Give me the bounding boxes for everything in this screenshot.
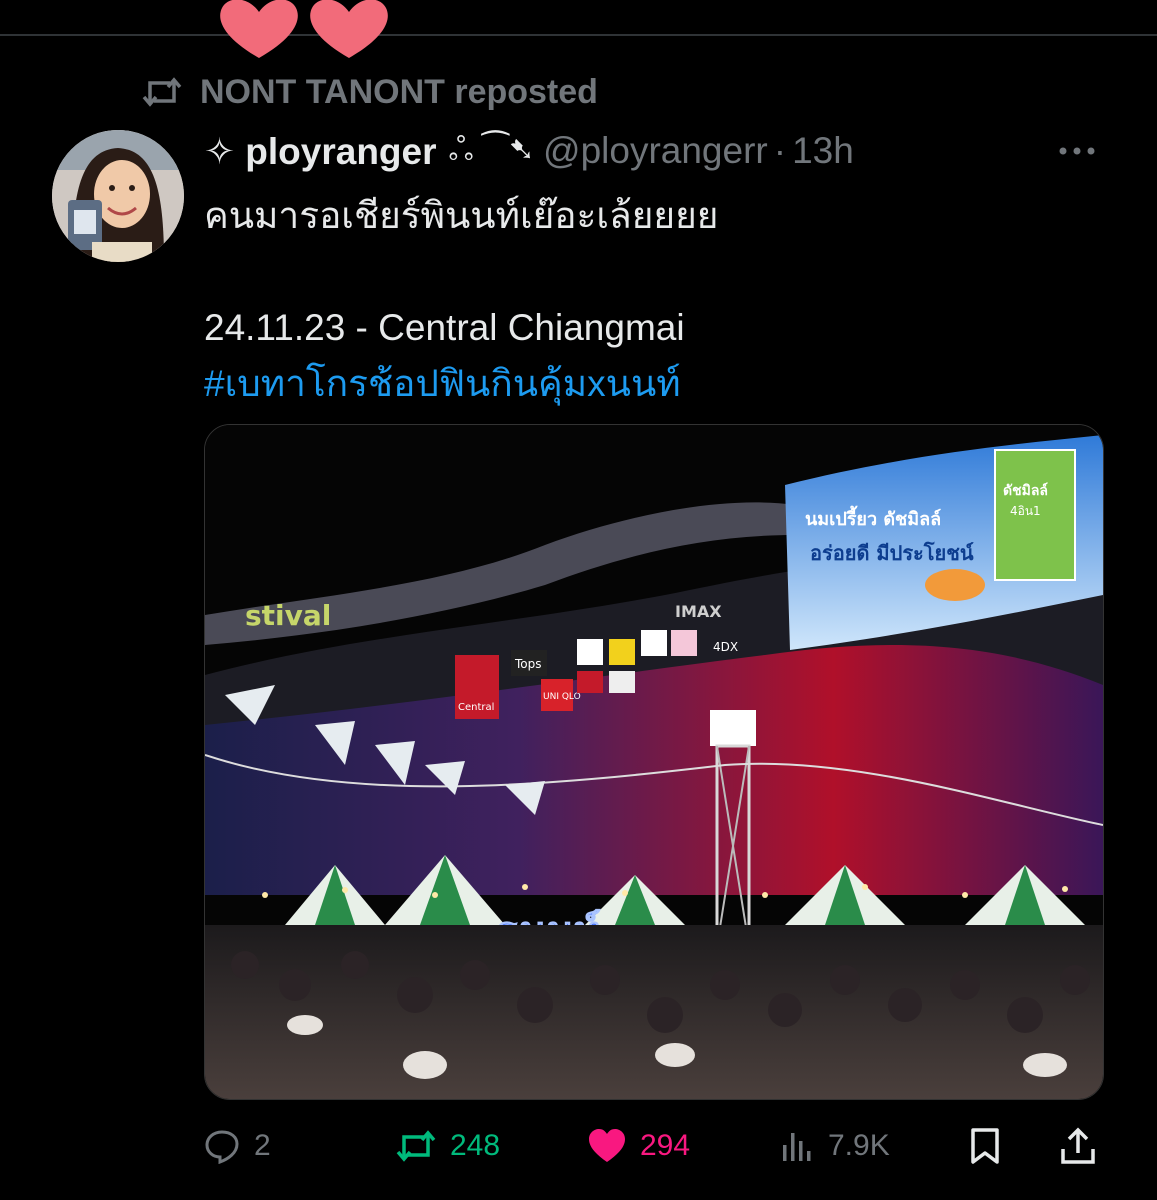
repost-icon: [142, 77, 182, 107]
tweet-timestamp[interactable]: 13h: [792, 130, 854, 172]
tweet-photo[interactable]: นมเปรี้ยว ดัชมิลล์ อร่อยดี มีประโยชน์ ดั…: [204, 424, 1104, 1100]
views-button[interactable]: 7.9K: [780, 1120, 890, 1172]
repost-count: 248: [450, 1129, 501, 1162]
repost-banner-text: NONT TANONT reposted: [200, 72, 598, 111]
avatar[interactable]: [52, 130, 184, 262]
views-chart-icon: [783, 1133, 811, 1161]
repost-banner[interactable]: NONT TANONT reposted: [142, 70, 598, 114]
repost-icon: [396, 1130, 436, 1162]
store-imax: IMAX: [675, 602, 722, 621]
avatar-image: [52, 130, 184, 262]
store-tops: Tops: [514, 657, 542, 671]
store-uniqlo: UNI QLO: [543, 692, 581, 702]
hearts-sticker-icon: [220, 0, 388, 58]
tweet-text: คนมารอเชียร์พินนท์เย๊อะเล้ยยยย 24.11.23 …: [204, 188, 1084, 412]
view-count: 7.9K: [828, 1129, 890, 1162]
bookmark-button[interactable]: [970, 1120, 1000, 1172]
photo-mall-night-scene: นมเปรี้ยว ดัชมิลล์ อร่อยดี มีประโยชน์ ดั…: [205, 425, 1103, 1099]
tweet-header: ✧ ployranger ஃ ⁀➷ @ployrangerr · 13h: [204, 124, 1097, 178]
product-label: ดัชมิลล์: [1003, 482, 1048, 499]
more-options-icon[interactable]: [1055, 136, 1099, 166]
product-sub: 4อิน1: [1010, 504, 1041, 518]
reply-icon: [205, 1130, 239, 1164]
author-name-decoration: ஃ ⁀➷: [448, 131, 536, 167]
author-display-name[interactable]: ✧ ployranger: [204, 130, 437, 173]
store-4dx: 4DX: [713, 640, 738, 654]
reply-count: 2: [254, 1129, 271, 1162]
like-button[interactable]: 294: [588, 1120, 690, 1172]
hashtag-link[interactable]: #เบทาโกรช้อปฟินกินคุ้มxนนท์: [204, 356, 1084, 412]
tweet-text-line-1: คนมารอเชียร์พินนท์เย๊อะเล้ยยยย: [204, 195, 719, 236]
billboard-line-2: อร่อยดี มีประโยชน์: [810, 541, 974, 565]
mall-sign: stival: [245, 599, 331, 632]
tweet-actions: 2 248 294 7.9K: [204, 1120, 1102, 1172]
reply-button[interactable]: 2: [204, 1120, 271, 1172]
tweet-text-line-2: 24.11.23 - Central Chiangmai: [204, 307, 685, 348]
billboard-line-1: นมเปรี้ยว ดัชมิลล์: [805, 505, 941, 530]
separator-dot: ·: [773, 130, 787, 171]
bookmark-icon: [971, 1128, 999, 1164]
central-logo-text: Central: [458, 702, 494, 713]
share-icon: [1061, 1127, 1095, 1164]
like-count: 294: [640, 1129, 691, 1162]
heart-filled-icon: [589, 1129, 625, 1162]
repost-button[interactable]: 248: [396, 1120, 500, 1172]
author-handle[interactable]: @ployrangerr: [543, 130, 768, 172]
top-divider: [0, 34, 1157, 36]
share-button[interactable]: [1060, 1120, 1096, 1172]
